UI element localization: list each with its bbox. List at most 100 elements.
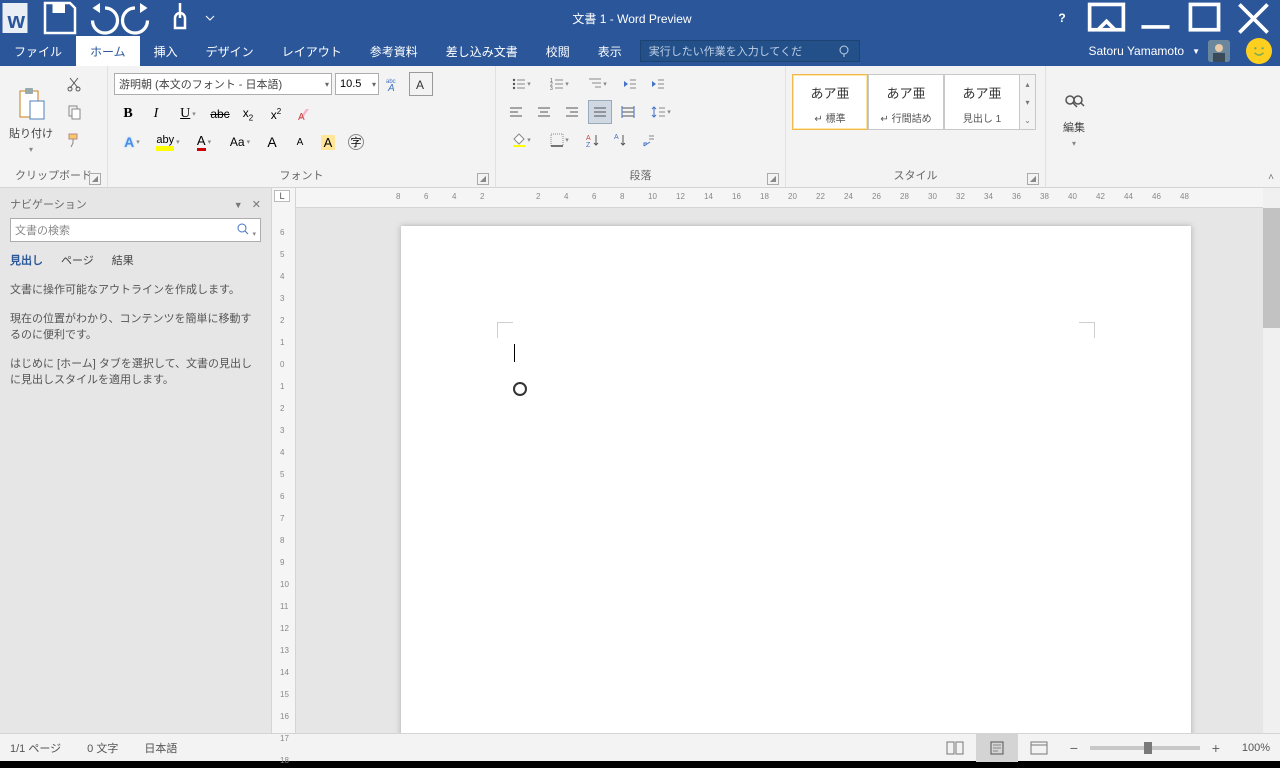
styles-gallery[interactable]: あア亜↵ 標準 あア亜↵ 行間詰め あア亜見出し 1 ▴▾⌄ (792, 74, 1036, 130)
save-button[interactable] (40, 0, 80, 36)
change-case-button[interactable]: Aa▾ (224, 130, 256, 154)
zoom-slider[interactable] (1090, 746, 1200, 750)
sort-button[interactable]: AZ (580, 128, 604, 152)
redo-button[interactable] (120, 0, 160, 36)
copy-button[interactable] (62, 100, 86, 124)
text-effects-button[interactable]: A▾ (116, 130, 148, 154)
nav-tab-pages[interactable]: ページ (61, 252, 94, 268)
text-cursor (514, 344, 515, 362)
word-count[interactable]: 0 文字 (87, 740, 118, 756)
font-name-combobox[interactable]: 游明朝 (本文のフォント - 日本語)▾ (114, 73, 332, 95)
styles-launcher[interactable]: ◢ (1027, 173, 1039, 185)
character-border-button[interactable]: A (409, 72, 433, 96)
bullets-button[interactable]: ▾ (504, 72, 538, 96)
svg-text:A: A (586, 135, 591, 142)
subscript-button[interactable]: x2 (236, 102, 260, 126)
shrink-font-button[interactable]: A (288, 130, 312, 154)
tab-layout[interactable]: レイアウト (268, 36, 356, 66)
highlight-button[interactable]: aby▾ (152, 130, 184, 154)
horizontal-ruler[interactable]: 8642246810121416182022242628303234363840… (296, 188, 1280, 208)
web-layout-button[interactable] (1018, 734, 1060, 762)
clipboard-launcher[interactable]: ◢ (89, 173, 101, 185)
font-launcher[interactable]: ◢ (477, 173, 489, 185)
vertical-ruler[interactable]: L 65432101234567891011121314151617181920… (272, 188, 296, 733)
maximize-button[interactable] (1182, 0, 1227, 36)
font-size-combobox[interactable]: 10.5▾ (335, 73, 379, 95)
feedback-smiley-icon[interactable] (1246, 38, 1272, 64)
tab-file[interactable]: ファイル (0, 36, 76, 66)
clear-formatting-button[interactable]: A (292, 102, 316, 126)
print-layout-button[interactable] (976, 734, 1018, 762)
show-marks-button[interactable]: A (608, 128, 632, 152)
margin-marker (497, 322, 513, 338)
decrease-indent-button[interactable] (618, 72, 642, 96)
tab-review[interactable]: 校閲 (532, 36, 584, 66)
touch-mode-button[interactable] (160, 0, 200, 36)
style-no-spacing[interactable]: あア亜↵ 行間詰め (868, 74, 944, 130)
account-menu-arrow[interactable]: ▼ (1192, 47, 1200, 56)
svg-text:A: A (387, 83, 395, 92)
language-status[interactable]: 日本語 (144, 740, 177, 756)
borders-button[interactable]: ▾ (542, 128, 576, 152)
styles-scroll[interactable]: ▴▾⌄ (1020, 74, 1036, 130)
nav-options-button[interactable]: ▼ (234, 200, 243, 210)
tab-references[interactable]: 参考資料 (356, 36, 432, 66)
grow-font-button[interactable]: A (260, 130, 284, 154)
tab-selector[interactable]: L (274, 190, 290, 202)
find-button[interactable]: 編集 ▾ (1052, 70, 1096, 167)
character-shading-button[interactable]: A (316, 130, 340, 154)
tell-me-search[interactable]: 実行したい作業を入力してくだ (640, 40, 860, 62)
style-normal[interactable]: あア亜↵ 標準 (792, 74, 868, 130)
nav-title: ナビゲーション (10, 196, 87, 212)
nav-tab-results[interactable]: 結果 (112, 252, 134, 268)
underline-button[interactable]: U▾ (172, 102, 204, 126)
distributed-button[interactable] (616, 100, 640, 124)
read-mode-button[interactable] (934, 734, 976, 762)
tab-view[interactable]: 表示 (584, 36, 636, 66)
minimize-button[interactable] (1133, 0, 1178, 36)
help-button[interactable]: ? (1044, 11, 1080, 25)
tab-home[interactable]: ホーム (76, 36, 140, 66)
nav-close-button[interactable]: ✕ (252, 199, 261, 211)
format-painter-button[interactable] (62, 128, 86, 152)
paragraph-marks-button[interactable] (636, 128, 660, 152)
strikethrough-button[interactable]: abc (208, 102, 232, 126)
undo-button[interactable] (80, 0, 120, 36)
style-heading1[interactable]: あア亜見出し 1 (944, 74, 1020, 130)
font-color-button[interactable]: A▾ (188, 130, 220, 154)
justify-button[interactable] (588, 100, 612, 124)
align-center-button[interactable] (532, 100, 556, 124)
tab-design[interactable]: デザイン (192, 36, 268, 66)
vertical-scrollbar[interactable] (1263, 188, 1280, 733)
line-spacing-button[interactable]: ▾ (644, 100, 678, 124)
document-page[interactable] (401, 226, 1191, 733)
ribbon-display-button[interactable] (1084, 0, 1129, 36)
zoom-in-button[interactable]: + (1208, 740, 1224, 756)
paste-button[interactable]: 貼り付け ▾ (6, 70, 56, 167)
nav-search-input[interactable]: 文書の検索 ▾ (10, 218, 261, 242)
align-right-button[interactable] (560, 100, 584, 124)
zoom-level[interactable]: 100% (1242, 742, 1270, 754)
align-left-button[interactable] (504, 100, 528, 124)
account-avatar[interactable] (1208, 40, 1230, 62)
nav-tab-headings[interactable]: 見出し (10, 252, 43, 268)
zoom-out-button[interactable]: − (1066, 740, 1082, 756)
collapse-ribbon-button[interactable]: ˄ (1268, 172, 1274, 183)
paragraph-launcher[interactable]: ◢ (767, 173, 779, 185)
tab-mailings[interactable]: 差し込み文書 (432, 36, 532, 66)
shading-button[interactable]: ▾ (504, 128, 538, 152)
increase-indent-button[interactable] (646, 72, 670, 96)
phonetic-guide-button[interactable]: abcA (381, 72, 405, 96)
cut-button[interactable] (62, 72, 86, 96)
enclose-characters-button[interactable]: 字 (344, 130, 368, 154)
account-name[interactable]: Satoru Yamamoto (1088, 44, 1184, 58)
numbering-button[interactable]: 123▾ (542, 72, 576, 96)
italic-button[interactable]: I (144, 102, 168, 126)
page-count[interactable]: 1/1 ページ (10, 740, 61, 756)
tab-insert[interactable]: 挿入 (140, 36, 192, 66)
multilevel-list-button[interactable]: ▾ (580, 72, 614, 96)
bold-button[interactable]: B (116, 102, 140, 126)
close-button[interactable] (1231, 0, 1276, 36)
qat-customize-button[interactable] (200, 0, 220, 36)
superscript-button[interactable]: x2 (264, 102, 288, 126)
